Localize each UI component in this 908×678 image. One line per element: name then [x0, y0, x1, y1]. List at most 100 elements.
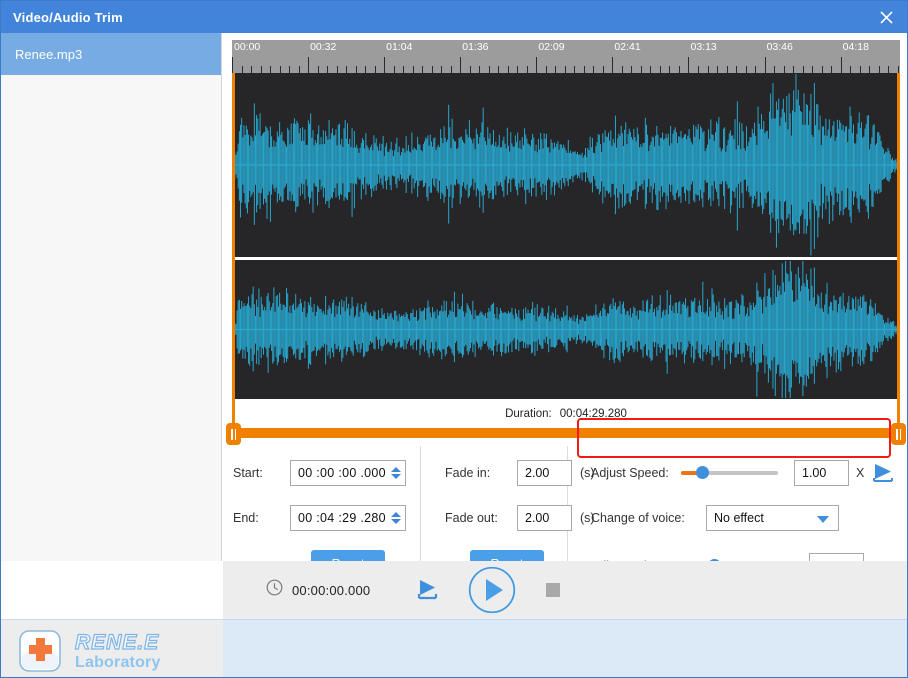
clock-icon	[266, 579, 283, 601]
ruler-minor-tick	[802, 66, 804, 73]
trim-range-bar[interactable]	[232, 428, 900, 438]
fade-out-input[interactable]: 2.00	[517, 505, 572, 531]
ruler-minor-tick	[783, 66, 785, 73]
adjust-speed-slider[interactable]	[681, 466, 778, 480]
start-time-value: 00 :00 :00 .000	[298, 466, 386, 480]
ruler-minor-tick	[831, 66, 833, 73]
ruler-minor-tick	[850, 66, 852, 73]
ruler-major-tick	[232, 57, 233, 73]
ruler-tick-label: 02:41	[614, 41, 641, 53]
playback-bar: 00:00:00.000	[223, 561, 907, 619]
file-list-sidebar: Renee.mp3	[1, 33, 222, 561]
ruler-minor-tick	[336, 66, 338, 73]
ruler-tick-label: 00:00	[234, 41, 261, 53]
ruler-major-tick	[384, 57, 386, 73]
ruler-major-tick	[612, 57, 614, 73]
ruler-minor-tick	[298, 66, 300, 73]
ruler-tick-label: 04:18	[842, 41, 869, 53]
brand-logo: RENE.E Laboratory	[15, 625, 161, 677]
video-audio-trim-dialog: Video/Audio Trim Renee.mp3 00:00 00:32 01:…	[0, 0, 908, 678]
end-time-stepper[interactable]	[391, 512, 401, 524]
duration-display: Duration: 00:04:29.280	[232, 399, 900, 428]
ruler-minor-tick	[574, 66, 576, 73]
fade-in-label: Fade in:	[445, 466, 491, 480]
ruler-minor-tick	[650, 66, 652, 73]
fade-out-label: Fade out:	[445, 511, 498, 525]
trim-edge-left	[232, 73, 235, 429]
ruler-minor-tick	[469, 66, 471, 73]
adjust-speed-value: 1.00	[802, 466, 827, 480]
ruler-minor-tick	[412, 66, 414, 73]
ruler-minor-tick	[431, 66, 433, 73]
brand-text: RENE.E Laboratory	[74, 630, 161, 671]
ruler-minor-tick	[583, 66, 585, 73]
sidebar-item-label: Renee.mp3	[15, 46, 83, 62]
ruler-tick-label: 01:36	[462, 41, 489, 53]
adjust-speed-row: Adjust Speed: 1.00 X	[591, 460, 896, 486]
adjust-speed-input[interactable]: 1.00	[794, 460, 849, 486]
ruler-minor-tick	[441, 66, 443, 73]
brand-name: RENE.E	[74, 630, 160, 654]
play-from-start-icon[interactable]	[414, 578, 440, 602]
ruler-minor-tick	[545, 66, 547, 73]
ruler-minor-tick	[422, 66, 424, 73]
fade-in-input[interactable]: 2.00	[517, 460, 572, 486]
ruler-minor-tick	[736, 66, 738, 73]
change-of-voice-value: No effect	[714, 511, 764, 525]
ruler-tick-label: 00:32	[310, 41, 337, 53]
close-icon[interactable]	[863, 1, 907, 33]
ruler-minor-tick	[659, 66, 661, 73]
timeline-ruler[interactable]: 00:00 00:32 01:04 01:36 02:09 02:41 03:13 03:46…	[232, 40, 900, 73]
start-time-input[interactable]: 00 :00 :00 .000	[290, 460, 406, 486]
fade-in-row: Fade in: 2.00 (s)	[445, 460, 595, 486]
end-time-input[interactable]: 00 :04 :29 .280	[290, 505, 406, 531]
ruler-minor-tick	[707, 66, 709, 73]
ruler-minor-tick	[717, 66, 719, 73]
ruler-minor-tick	[507, 66, 509, 73]
start-time-stepper[interactable]	[391, 467, 401, 479]
ruler-minor-tick	[593, 66, 595, 73]
ruler-major-tick	[536, 57, 538, 73]
ruler-minor-tick	[365, 66, 367, 73]
ruler-minor-tick	[526, 66, 528, 73]
ruler-minor-tick	[602, 66, 604, 73]
waveform-channel-top[interactable]	[232, 73, 900, 257]
ruler-minor-tick	[859, 66, 861, 73]
change-of-voice-row: Change of voice: No effect	[591, 505, 839, 531]
stop-icon[interactable]	[546, 583, 561, 597]
ruler-minor-tick	[621, 66, 623, 73]
chevron-down-icon	[817, 516, 829, 523]
change-of-voice-select[interactable]: No effect	[706, 505, 839, 531]
ruler-minor-tick	[678, 66, 680, 73]
play-circle-icon[interactable]	[468, 566, 516, 614]
ruler-tick-label: 02:09	[538, 41, 565, 53]
waveform-channel-bottom[interactable]	[232, 260, 900, 399]
ruler-minor-tick	[631, 66, 633, 73]
ruler-minor-tick	[878, 66, 880, 73]
ruler-minor-tick	[555, 66, 557, 73]
ruler-tick-label: 03:46	[766, 41, 793, 53]
ruler-major-tick	[460, 57, 462, 73]
medical-bag-icon	[15, 625, 67, 677]
editor-panel: 00:00 00:32 01:04 01:36 02:09 02:41 03:13 03:46…	[223, 33, 907, 586]
end-time-value: 00 :04 :29 .280	[298, 511, 386, 525]
ruler-major-tick	[840, 57, 842, 73]
ruler-minor-tick	[793, 66, 795, 73]
page-title: Video/Audio Trim	[13, 9, 123, 25]
ruler-major-tick	[688, 57, 690, 73]
ruler-minor-tick	[774, 66, 776, 73]
ruler-minor-tick	[251, 66, 253, 73]
slider-knob[interactable]	[696, 466, 710, 479]
sidebar-item-renee-mp3[interactable]: Renee.mp3	[1, 33, 221, 75]
end-label: End:	[233, 511, 259, 525]
ruler-minor-tick	[374, 66, 376, 73]
end-time-row: End: 00 :04 :29 .280	[233, 505, 406, 531]
ruler-minor-tick	[669, 66, 671, 73]
ruler-minor-tick	[726, 66, 728, 73]
start-label: Start:	[233, 466, 263, 480]
ruler-minor-tick	[745, 66, 747, 73]
ruler-minor-tick	[812, 66, 814, 73]
ruler-minor-tick	[564, 66, 566, 73]
ruler-minor-tick	[289, 66, 291, 73]
play-preview-icon[interactable]	[870, 462, 896, 484]
